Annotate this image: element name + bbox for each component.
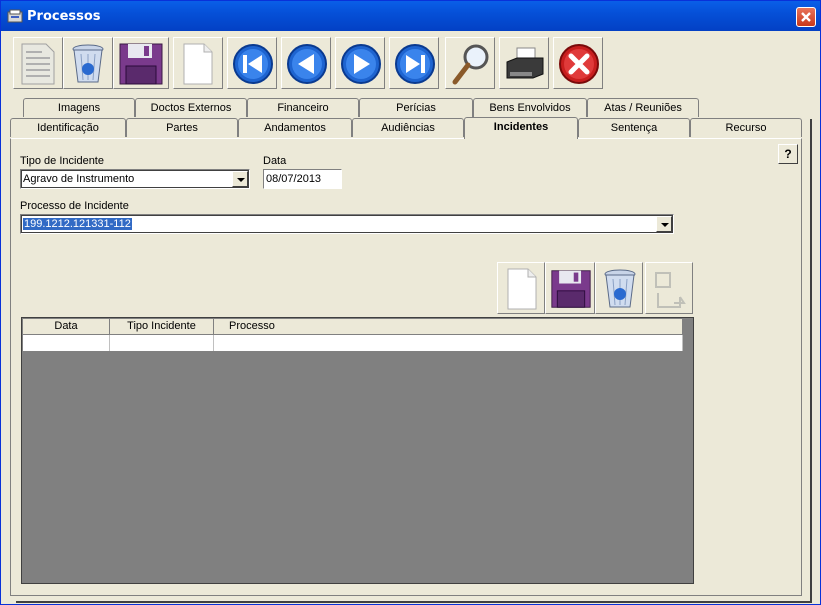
tab-identificacao[interactable]: Identificação xyxy=(10,118,126,137)
processos-window: Processos Imagens Doctos Externos Financ… xyxy=(0,0,821,605)
column-header-processo[interactable]: Processo xyxy=(214,319,683,335)
save-incident-button[interactable] xyxy=(545,262,595,314)
new-record-button[interactable] xyxy=(13,37,63,89)
new-document-button[interactable] xyxy=(173,37,223,89)
tab-imagens[interactable]: Imagens xyxy=(23,98,135,117)
blank-page-icon xyxy=(183,43,213,85)
processo-incidente-select[interactable]: 199.1212.121331-112 xyxy=(20,214,674,234)
close-icon xyxy=(801,12,811,22)
tab-sentenca[interactable]: Sentença xyxy=(578,118,690,137)
next-record-button[interactable] xyxy=(335,37,385,89)
column-header-tipo-incidente[interactable]: Tipo Incidente xyxy=(110,319,214,335)
blank-page-icon xyxy=(507,268,537,310)
data-label: Data xyxy=(263,155,287,167)
search-button[interactable] xyxy=(445,37,495,89)
processo-incidente-value: 199.1212.121331-112 xyxy=(23,218,132,230)
table-row[interactable] xyxy=(23,335,683,351)
floppy-disk-icon xyxy=(551,270,591,308)
first-record-button[interactable] xyxy=(227,37,277,89)
chevron-down-icon[interactable] xyxy=(232,171,248,187)
document-lines-icon xyxy=(21,43,55,85)
window-title: Processos xyxy=(27,9,101,24)
cancel-incident-button[interactable] xyxy=(645,262,693,314)
save-record-button[interactable] xyxy=(113,37,169,89)
chevron-down-icon[interactable] xyxy=(656,216,672,232)
grid-header: Data Tipo Incidente Processo xyxy=(23,319,683,335)
help-button[interactable]: ? xyxy=(778,144,798,164)
cancel-icon xyxy=(559,44,599,84)
magnifier-icon xyxy=(452,44,489,85)
tab-atas-reunioes[interactable]: Atas / Reuniões xyxy=(587,98,699,117)
undo-disabled-icon xyxy=(655,272,686,308)
tipo-incidente-value: Agravo de Instrumento xyxy=(23,173,135,185)
data-field[interactable]: 08/07/2013 xyxy=(263,169,342,189)
data-value: 08/07/2013 xyxy=(266,173,322,185)
delete-record-button[interactable] xyxy=(63,37,113,89)
floppy-disk-icon xyxy=(119,43,163,85)
tab-financeiro[interactable]: Financeiro xyxy=(247,98,359,117)
title-bar: Processos xyxy=(1,1,820,31)
incidents-grid[interactable]: Data Tipo Incidente Processo xyxy=(21,317,694,584)
processo-incidente-label: Processo de Incidente xyxy=(20,200,129,212)
tab-doctos-externos[interactable]: Doctos Externos xyxy=(135,98,247,117)
tab-partes[interactable]: Partes xyxy=(126,118,238,137)
tab-incidentes[interactable]: Incidentes xyxy=(464,117,578,139)
recycle-bin-icon xyxy=(604,269,636,308)
last-icon xyxy=(395,44,435,84)
app-icon xyxy=(7,9,23,23)
column-header-data[interactable]: Data xyxy=(23,319,110,335)
tab-bens-envolvidos[interactable]: Bens Envolvidos xyxy=(473,98,587,117)
next-icon xyxy=(341,44,381,84)
tab-pericias[interactable]: Perícias xyxy=(359,98,473,117)
last-record-button[interactable] xyxy=(389,37,439,89)
recycle-bin-icon xyxy=(72,44,104,83)
tab-andamentos[interactable]: Andamentos xyxy=(238,118,352,137)
window-close-button[interactable] xyxy=(796,7,816,27)
previous-icon xyxy=(287,44,327,84)
delete-incident-button[interactable] xyxy=(595,262,643,314)
previous-record-button[interactable] xyxy=(281,37,331,89)
printer-icon xyxy=(506,47,544,79)
tab-audiencias[interactable]: Audiências xyxy=(352,118,464,137)
new-incident-button[interactable] xyxy=(497,262,545,314)
first-icon xyxy=(233,44,273,84)
close-form-button[interactable] xyxy=(553,37,603,89)
tipo-incidente-label: Tipo de Incidente xyxy=(20,155,104,167)
tab-recurso[interactable]: Recurso xyxy=(690,118,802,137)
print-button[interactable] xyxy=(499,37,549,89)
tipo-incidente-select[interactable]: Agravo de Instrumento xyxy=(20,169,250,189)
